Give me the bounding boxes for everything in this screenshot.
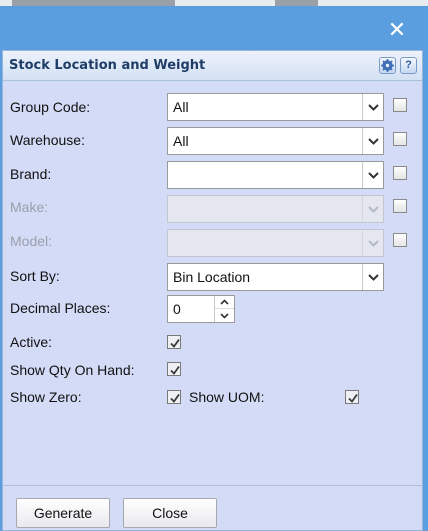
- show-zero-label: Show Zero:: [10, 389, 82, 405]
- gear-icon[interactable]: [379, 57, 396, 74]
- sort-by-label: Sort By:: [10, 268, 60, 284]
- active-label: Active:: [10, 334, 53, 350]
- warehouse-value: All: [173, 133, 189, 149]
- report-panel: Stock Location and Weight ? Group Code: …: [2, 50, 423, 531]
- show-uom-checkbox[interactable]: [345, 390, 359, 404]
- make-label: Make:: [10, 199, 49, 215]
- check-icon: [170, 393, 180, 403]
- check-icon: [348, 393, 358, 403]
- close-button[interactable]: Close: [123, 498, 217, 528]
- generate-button[interactable]: Generate: [16, 498, 110, 528]
- chevron-down-icon: [362, 230, 383, 256]
- group-code-value: All: [173, 99, 189, 115]
- panel-title: Stock Location and Weight: [9, 58, 206, 73]
- show-qty-on-hand-label: Show Qty On Hand:: [10, 362, 135, 378]
- check-icon: [170, 338, 180, 348]
- show-qty-on-hand-checkbox[interactable]: [167, 362, 181, 376]
- decimal-places-stepper[interactable]: 0: [167, 295, 235, 323]
- chevron-down-icon[interactable]: [362, 94, 383, 120]
- dialog-window: ✕ Stock Location and Weight ? Group Code…: [0, 6, 428, 531]
- model-checkbox[interactable]: [393, 233, 407, 247]
- brand-checkbox[interactable]: [393, 166, 407, 180]
- stepper-buttons: [214, 296, 234, 322]
- make-select: [167, 195, 384, 223]
- decimal-places-label: Decimal Places:: [10, 300, 111, 316]
- help-glyph: ?: [405, 59, 412, 71]
- group-code-checkbox[interactable]: [393, 98, 407, 112]
- show-zero-checkbox[interactable]: [167, 390, 181, 404]
- group-code-select[interactable]: All: [167, 93, 384, 121]
- sort-by-value: Bin Location: [173, 269, 251, 285]
- panel-header: Stock Location and Weight ?: [3, 51, 422, 81]
- chevron-up-icon[interactable]: [215, 296, 234, 309]
- chevron-down-icon[interactable]: [362, 264, 383, 290]
- warehouse-label: Warehouse:: [10, 132, 85, 148]
- footer-divider: [3, 485, 422, 486]
- help-icon[interactable]: ?: [400, 57, 417, 74]
- group-code-label: Group Code:: [10, 99, 91, 115]
- brand-label: Brand:: [10, 166, 52, 182]
- check-icon: [170, 365, 180, 375]
- chevron-down-icon: [362, 196, 383, 222]
- chevron-down-icon[interactable]: [215, 309, 234, 322]
- make-checkbox[interactable]: [393, 199, 407, 213]
- warehouse-checkbox[interactable]: [393, 132, 407, 146]
- brand-select[interactable]: [167, 161, 384, 189]
- show-uom-label: Show UOM:: [189, 389, 265, 405]
- close-icon[interactable]: ✕: [386, 20, 408, 42]
- model-select: [167, 229, 384, 257]
- active-checkbox[interactable]: [167, 335, 181, 349]
- warehouse-select[interactable]: All: [167, 127, 384, 155]
- sort-by-select[interactable]: Bin Location: [167, 263, 384, 291]
- decimal-places-value[interactable]: 0: [173, 301, 181, 317]
- model-label: Model:: [10, 233, 53, 249]
- chevron-down-icon[interactable]: [362, 162, 383, 188]
- chevron-down-icon[interactable]: [362, 128, 383, 154]
